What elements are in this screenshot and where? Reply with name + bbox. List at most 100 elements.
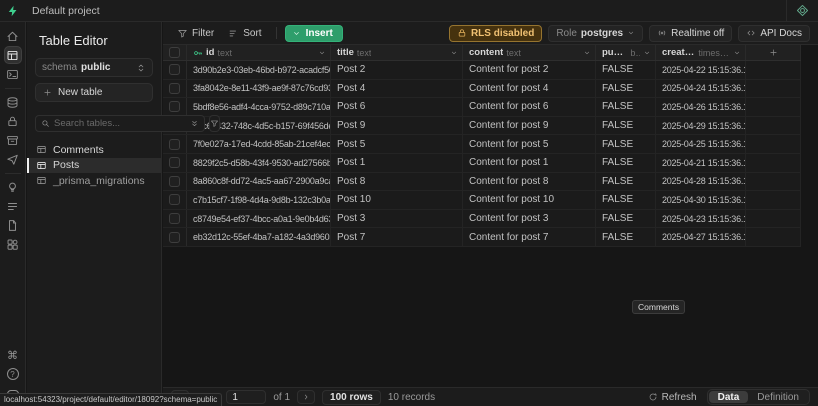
cell-published[interactable]: FALSE [596,173,656,191]
column-header-title[interactable]: title text [331,45,463,60]
new-table-button[interactable]: New table [35,83,153,102]
cell-createdat[interactable]: 2025-04-24 15:15:36.141 [656,80,746,98]
rls-disabled-button[interactable]: RLS disabled [449,25,542,42]
cell-createdat[interactable]: 2025-04-27 15:15:36.141 [656,228,746,246]
cell-published[interactable]: FALSE [596,154,656,172]
next-page-button[interactable] [297,390,315,404]
column-header-id[interactable]: id text [187,45,331,60]
auth-lock-icon[interactable] [4,112,22,130]
realtime-toggle-button[interactable]: Realtime off [649,25,732,42]
column-header-published[interactable]: published bool [596,45,656,60]
sidebar-item-comments[interactable]: Comments [27,142,161,158]
table-row[interactable]: 3fa8042e-8e11-43f9-ae9f-87c76cd93109 Pos… [163,80,801,99]
cell-title[interactable]: Post 1 [331,154,463,172]
help-icon[interactable]: ? [4,365,22,383]
cell-createdat[interactable]: 2025-04-26 15:15:36.141 [656,98,746,116]
cell-createdat[interactable]: 2025-04-29 15:15:36.141 [656,117,746,135]
table-editor-icon[interactable] [4,46,22,64]
cell-createdat[interactable]: 2025-04-22 15:15:36.141 [656,61,746,79]
column-header-createdat[interactable]: createdAt timestamp [656,45,746,60]
row-checkbox[interactable] [163,210,187,228]
tab-data[interactable]: Data [709,391,749,403]
add-column-button[interactable] [746,45,801,60]
row-checkbox[interactable] [163,191,187,209]
row-checkbox[interactable] [163,173,187,191]
sidebar-item-posts[interactable]: Posts [27,158,161,174]
row-checkbox[interactable] [163,135,187,153]
cell-title[interactable]: Post 2 [331,61,463,79]
cell-createdat[interactable]: 2025-04-30 15:15:36.141 [656,191,746,209]
cell-id[interactable]: 5bdf8e56-adf4-4cca-9752-d89c710acd1e [187,98,331,116]
cell-content[interactable]: Content for post 8 [463,173,596,191]
row-checkbox[interactable] [163,228,187,246]
sidebar-item-prisma-migrations[interactable]: _prisma_migrations [27,173,161,189]
table-row[interactable]: 3d90b2e3-03eb-46bd-b972-acadcf50eeee Pos… [163,61,801,80]
command-menu-icon[interactable]: ⌘ [4,346,22,364]
cell-content[interactable]: Content for post 6 [463,98,596,116]
cell-id[interactable]: 7f0e027a-17ed-4cdd-85ab-21cef4ec4bfa [187,135,331,153]
api-docs-button[interactable]: API Docs [738,25,810,42]
sort-button[interactable]: Sort [222,25,267,42]
table-row[interactable]: c8749e54-ef37-4bcc-a0a1-9e0b4d63cc8c Pos… [163,210,801,229]
cell-published[interactable]: FALSE [596,135,656,153]
cell-createdat[interactable]: 2025-04-28 15:15:36.141 [656,173,746,191]
rows-per-page-button[interactable]: 100 rows [322,390,381,405]
row-checkbox[interactable] [163,61,187,79]
cell-published[interactable]: FALSE [596,210,656,228]
tab-definition[interactable]: Definition [748,391,808,403]
table-row[interactable]: 5bdf8e56-adf4-4cca-9752-d89c710acd1e Pos… [163,98,801,117]
cell-id[interactable]: c8749e54-ef37-4bcc-a0a1-9e0b4d63cc8c [187,210,331,228]
realtime-icon[interactable] [4,150,22,168]
row-checkbox[interactable] [163,98,187,116]
schema-select[interactable]: schema public [35,58,153,77]
insert-button[interactable]: Insert [285,25,343,42]
reports-icon[interactable] [4,216,22,234]
cell-title[interactable]: Post 5 [331,135,463,153]
filter-button[interactable]: Filter [171,25,220,42]
table-row[interactable]: eb32d12c-55ef-4ba7-a182-4a3d96035aeb Pos… [163,228,801,247]
cell-id[interactable]: 8a860c8f-dd72-4ac5-aa67-2900a9ca038f [187,173,331,191]
cell-createdat[interactable]: 2025-04-25 15:15:36.141 [656,135,746,153]
cell-published[interactable]: FALSE [596,191,656,209]
select-all-checkbox[interactable] [169,47,180,58]
cell-content[interactable]: Content for post 3 [463,210,596,228]
search-tables-box[interactable] [35,115,205,132]
cell-content[interactable]: Content for post 5 [463,135,596,153]
cell-published[interactable]: FALSE [596,98,656,116]
cell-createdat[interactable]: 2025-04-21 15:15:36.141 [656,154,746,172]
select-all-cell[interactable] [163,45,187,60]
supabase-logo-icon[interactable] [0,5,26,17]
cell-title[interactable]: Post 8 [331,173,463,191]
cell-published[interactable]: FALSE [596,117,656,135]
integrations-icon[interactable] [4,235,22,253]
cell-id[interactable]: 8829f2c5-d58b-43f4-9530-ad27566b650e [187,154,331,172]
search-tables-input[interactable] [54,118,186,129]
cell-published[interactable]: FALSE [596,228,656,246]
cell-id[interactable]: eb32d12c-55ef-4ba7-a182-4a3d96035aeb [187,228,331,246]
cell-content[interactable]: Content for post 2 [463,61,596,79]
table-row[interactable]: 7f0e027a-17ed-4cdd-85ab-21cef4ec4bfa Pos… [163,135,801,154]
project-name[interactable]: Default project [32,5,100,17]
logs-icon[interactable] [4,197,22,215]
cell-published[interactable]: FALSE [596,80,656,98]
table-row[interactable]: 8829f2c5-d58b-43f4-9530-ad27566b650e Pos… [163,154,801,173]
database-icon[interactable] [4,93,22,111]
cell-title[interactable]: Post 9 [331,117,463,135]
page-number-input[interactable] [226,390,266,404]
cell-id[interactable]: c7b15cf7-1f98-4d4a-9d8b-132c3b0a5a16 [187,191,331,209]
storage-icon[interactable] [4,131,22,149]
cell-createdat[interactable]: 2025-04-23 15:15:36.141 [656,210,746,228]
table-row[interactable]: c7b15cf7-1f98-4d4a-9d8b-132c3b0a5a16 Pos… [163,191,801,210]
cell-id[interactable]: 3fa8042e-8e11-43f9-ae9f-87c76cd93109 [187,80,331,98]
cell-content[interactable]: Content for post 9 [463,117,596,135]
sql-editor-icon[interactable] [4,65,22,83]
table-row[interactable]: 68c69432-748c-4d5c-b157-69f456de850b Pos… [163,117,801,136]
cell-published[interactable]: FALSE [596,61,656,79]
cell-title[interactable]: Post 4 [331,80,463,98]
row-checkbox[interactable] [163,154,187,172]
cell-content[interactable]: Content for post 7 [463,228,596,246]
refresh-button[interactable]: Refresh [648,392,697,403]
advisors-icon[interactable] [4,178,22,196]
row-checkbox[interactable] [163,80,187,98]
table-filter-button[interactable] [209,115,220,132]
